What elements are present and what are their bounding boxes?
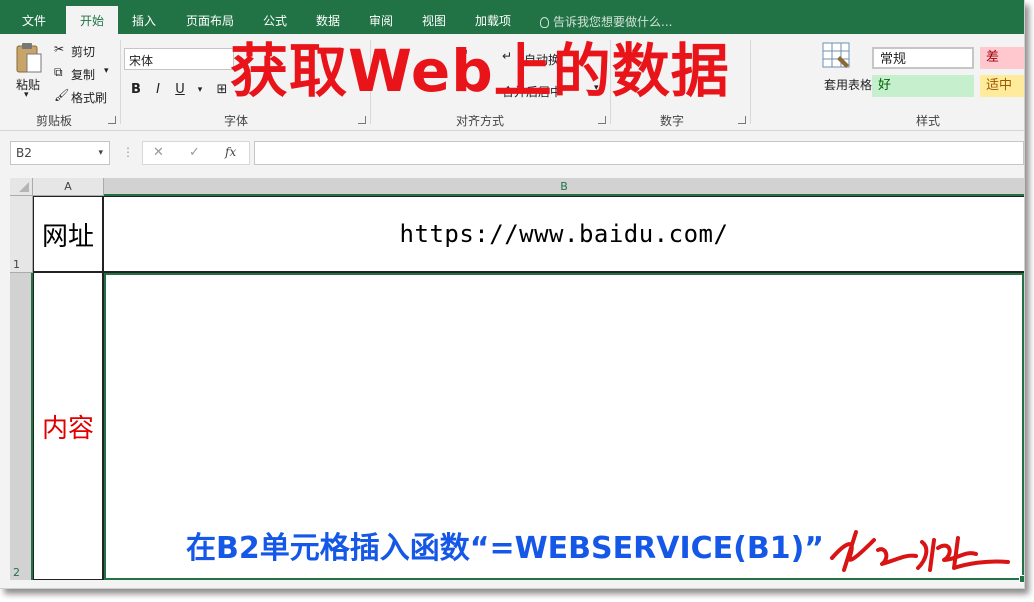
format-as-table-button[interactable]: 套用表格格式	[806, 42, 897, 108]
font-name-select[interactable]: 宋体	[124, 48, 234, 70]
row-number-2: 2	[13, 566, 20, 579]
select-all-triangle-icon	[19, 182, 29, 192]
formula-input[interactable]	[254, 141, 1024, 165]
cell-a2-text: 内容	[41, 413, 94, 444]
style-bad[interactable]: 差	[980, 47, 1024, 69]
group-divider	[120, 40, 121, 124]
format-as-table-label: 套用表格格式	[824, 78, 897, 92]
name-box-value: B2	[16, 146, 32, 160]
tab-data[interactable]: 数据	[308, 0, 348, 34]
ribbon-tab-bar: 文件 开始 插入 页面布局 公式 数据 审阅 视图 加载项 告诉我您想要做什么.…	[0, 0, 1024, 34]
clipboard-group-label: 剪贴板	[36, 114, 73, 128]
font-group-label: 字体	[224, 114, 249, 128]
paintbrush-icon: 🖌	[54, 88, 70, 102]
name-box[interactable]: B2 ▾	[10, 141, 110, 165]
overlay-instruction: 在B2单元格插入函数“=WEBSERVICE(B1)”	[186, 531, 825, 566]
tab-home[interactable]: 开始	[66, 6, 118, 34]
styles-group-label: 样式	[916, 114, 941, 128]
tell-me-search[interactable]: 告诉我您想要做什么...	[540, 13, 672, 30]
underline-button[interactable]: U	[170, 80, 190, 100]
overlay-title: 获取Web上的数据	[230, 37, 730, 105]
cell-b1-text: https://www.baidu.com/	[399, 220, 729, 248]
cancel-icon[interactable]: ✕	[153, 145, 164, 160]
resize-grip-icon[interactable]: ⋮	[122, 145, 134, 159]
group-divider	[750, 40, 751, 124]
formula-buttons: ✕ ✓ fx	[142, 141, 250, 165]
font-launcher-icon[interactable]	[358, 116, 366, 124]
clipboard-icon	[16, 43, 42, 73]
format-painter-button[interactable]: 🖌 格式刷	[54, 88, 116, 106]
tab-page-layout[interactable]: 页面布局	[176, 0, 244, 34]
formula-bar: B2 ▾ ⋮ ✕ ✓ fx	[0, 131, 1024, 177]
name-box-dropdown-icon[interactable]: ▾	[98, 142, 103, 164]
style-normal[interactable]: 常规	[872, 47, 974, 69]
fill-handle[interactable]	[1019, 575, 1024, 583]
cell-a1-text: 网址	[41, 221, 94, 252]
cut-label: 剪切	[71, 45, 96, 59]
alignment-group-label: 对齐方式	[456, 114, 505, 128]
select-all-corner[interactable]	[10, 178, 33, 196]
style-good[interactable]: 好	[872, 75, 974, 97]
cell-a1[interactable]: 网址	[33, 196, 104, 273]
column-header-a[interactable]: A	[33, 178, 104, 196]
tab-add-ins[interactable]: 加载项	[466, 0, 520, 34]
alignment-launcher-icon[interactable]	[598, 116, 606, 124]
borders-icon[interactable]: ⊞	[212, 80, 232, 100]
column-header-b[interactable]: B	[104, 178, 1024, 196]
tab-insert[interactable]: 插入	[124, 0, 164, 34]
copy-icon: ⧉	[54, 65, 63, 79]
style-neutral[interactable]: 适中	[980, 75, 1024, 97]
paste-dropdown-icon[interactable]: ▾	[24, 90, 29, 100]
copy-label: 复制	[71, 68, 96, 82]
cut-button[interactable]: ✂ 剪切	[54, 42, 114, 60]
enter-icon[interactable]: ✓	[189, 145, 200, 160]
lightbulb-icon	[540, 17, 549, 28]
row-header-1[interactable]: 1	[10, 196, 33, 273]
cell-a2[interactable]: 内容	[33, 273, 104, 580]
tab-view[interactable]: 视图	[414, 0, 454, 34]
number-launcher-icon[interactable]	[738, 116, 746, 124]
copy-button[interactable]: ⧉ 复制 ▾	[54, 65, 116, 83]
copy-dropdown-icon[interactable]: ▾	[104, 66, 109, 76]
tab-review[interactable]: 审阅	[361, 0, 401, 34]
number-group-label: 数字	[660, 114, 685, 128]
format-painter-label: 格式刷	[71, 91, 108, 105]
row-header-2[interactable]: 2	[10, 273, 33, 580]
handwritten-signature	[830, 530, 1010, 572]
tell-me-text: 告诉我您想要做什么...	[553, 15, 673, 29]
underline-dropdown-icon[interactable]: ▾	[190, 80, 210, 100]
bold-button[interactable]: B	[126, 80, 146, 100]
clipboard-launcher-icon[interactable]	[108, 116, 116, 124]
row-number-1: 1	[13, 258, 20, 271]
table-format-icon	[822, 42, 850, 68]
insert-function-icon[interactable]: fx	[225, 145, 236, 159]
font-name-value: 宋体	[129, 54, 154, 68]
italic-button[interactable]: I	[148, 80, 168, 100]
tab-file[interactable]: 文件	[14, 0, 54, 34]
paste-button[interactable]: 粘贴 ▾	[12, 42, 46, 104]
cell-b1[interactable]: https://www.baidu.com/	[104, 196, 1024, 273]
excel-window: 文件 开始 插入 页面布局 公式 数据 审阅 视图 加载项 告诉我您想要做什么.…	[0, 0, 1025, 589]
scissors-icon: ✂	[54, 42, 65, 56]
tab-formulas[interactable]: 公式	[255, 0, 295, 34]
